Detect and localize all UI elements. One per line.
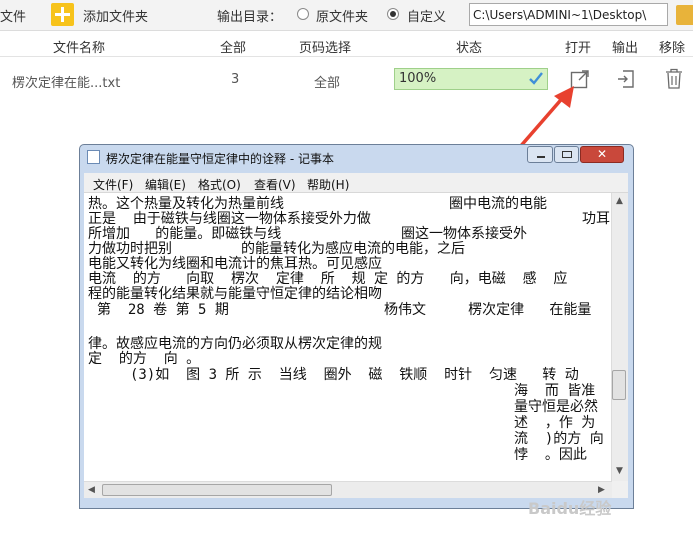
header-remove: 移除 <box>659 41 686 56</box>
text-line: 量守恒是必然 <box>514 399 598 415</box>
file-name: 楞次定律在能...txt <box>12 76 121 91</box>
close-icon: ✕ <box>597 147 608 161</box>
close-button[interactable]: ✕ <box>580 146 624 163</box>
text-line: 海 而 皆准 <box>514 383 596 399</box>
header-page-selection: 页码选择 <box>299 41 352 56</box>
text-line: 热。这个热量及转化为热量前线 <box>88 196 284 212</box>
scroll-right-icon[interactable]: ▶ <box>598 485 605 495</box>
text-line: 律。故感应电流的方向仍必须取从楞次定律的规 <box>88 336 382 352</box>
vertical-scrollbar[interactable]: ▲ ▼ <box>611 193 628 481</box>
file-page-selection[interactable]: 全部 <box>314 72 340 91</box>
menu-help[interactable]: 帮助(H) <box>307 176 349 193</box>
text-line: 正是 由于磁铁与线圈这一物体系接受外力做 <box>88 211 371 227</box>
radio-custom[interactable] <box>387 8 399 20</box>
text-line: 力做功时把别 <box>88 241 172 257</box>
text-line: (3)如 图 3 所 示 当线 圈外 磁 铁顺 时针 匀速 转 动 <box>130 367 579 383</box>
scroll-up-icon[interactable]: ▲ <box>616 196 623 206</box>
header-divider <box>0 56 693 57</box>
text-line: 流 )的方 向 <box>514 431 604 447</box>
text-line: 圈这一物体系接受外 <box>401 226 527 242</box>
header-output: 输出 <box>612 41 639 56</box>
text-line: 述 ，作 为 <box>514 415 596 431</box>
text-line: 圈中电流的电能 <box>449 196 547 212</box>
minimize-button[interactable] <box>527 146 553 163</box>
text-line: 功耳 <box>582 211 610 227</box>
status-text: 100% <box>399 71 437 86</box>
maximize-button[interactable] <box>554 146 579 163</box>
watermark: Baidu经验 <box>528 499 612 518</box>
radio-original-label[interactable]: 原文件夹 <box>316 6 368 25</box>
horizontal-scroll-thumb[interactable] <box>102 484 332 496</box>
radio-original-folder[interactable] <box>297 8 309 20</box>
file-pages: 3 <box>231 72 240 87</box>
scroll-down-icon[interactable]: ▼ <box>616 466 623 476</box>
output-dir-label: 输出目录： <box>217 10 283 25</box>
file-menu[interactable]: 文件 <box>0 6 26 25</box>
menu-edit[interactable]: 编辑(E) <box>145 176 186 193</box>
notepad-text-area[interactable]: 热。这个热量及转化为热量前线 圈中电流的电能 正是 由于磁铁与线圈这一物体系接受… <box>84 193 612 481</box>
menu-format[interactable]: 格式(O) <box>198 176 241 193</box>
scroll-left-icon[interactable]: ◀ <box>88 485 95 495</box>
text-line: 第 28 卷 第 5 期 <box>97 302 229 318</box>
folder-icon[interactable] <box>676 5 693 25</box>
header-filename: 文件名称 <box>53 41 106 56</box>
notepad-title: 楞次定律在能量守恒定律中的诠释 - 记事本 <box>106 152 334 166</box>
notepad-icon <box>87 150 100 164</box>
text-line: 悖 。因此 <box>514 447 587 463</box>
header-status: 状态 <box>456 41 483 56</box>
add-folder-button[interactable]: 添加文件夹 <box>83 6 148 25</box>
menu-file[interactable]: 文件(F) <box>93 176 133 193</box>
vertical-scroll-thumb[interactable] <box>612 370 626 400</box>
text-line: 电流 的方 向取 楞次 定律 所 规 定 的方 向，电磁 感 应 <box>88 271 568 287</box>
text-line: 定 的方 向 。 <box>88 351 201 367</box>
radio-custom-label[interactable]: 自定义 <box>407 6 446 25</box>
header-open: 打开 <box>565 41 592 56</box>
text-line: 程的能量转化结果就与能量守恒定律的结论相吻 <box>88 286 382 302</box>
text-line: 的能量转化为感应电流的电能，之后 <box>241 241 465 257</box>
menu-view[interactable]: 查看(V) <box>254 176 296 193</box>
header-pages: 全部 <box>220 41 247 56</box>
output-path-input[interactable] <box>469 3 668 26</box>
text-line: 电能又转化为线圈和电流计的焦耳热。可见感应 <box>88 256 382 272</box>
add-icon[interactable] <box>51 3 74 26</box>
resize-grip[interactable] <box>612 481 628 498</box>
text-line: 杨伟文 楞次定律 在能量 <box>384 302 592 318</box>
text-line: 所增加 的能量。即磁铁与线 <box>88 226 282 242</box>
trash-icon[interactable] <box>665 68 683 89</box>
output-icon[interactable] <box>617 69 635 89</box>
